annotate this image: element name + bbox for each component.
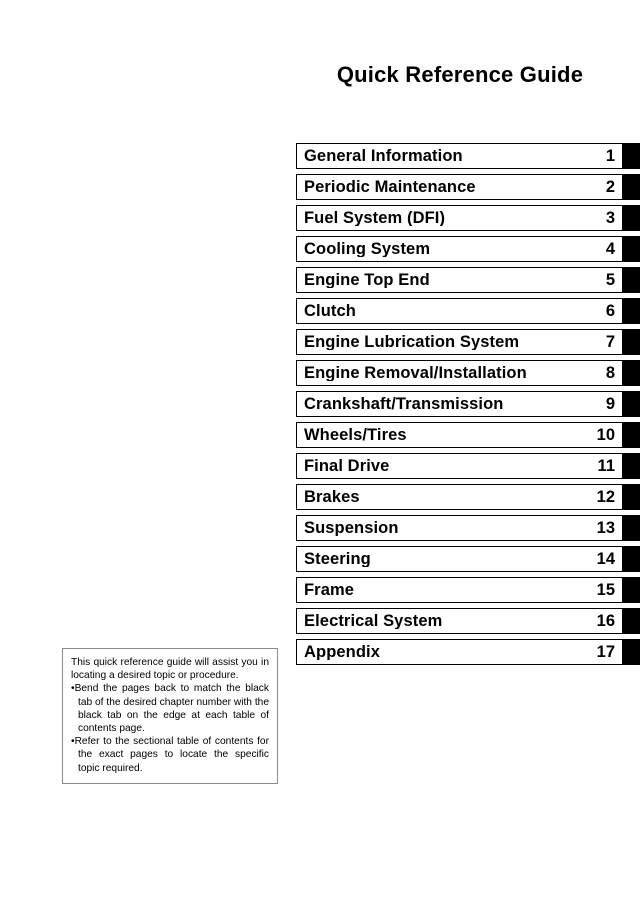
chapter-title: Cooling System xyxy=(304,240,431,258)
chapter-row[interactable]: Suspension 13 xyxy=(296,515,640,541)
chapter-row[interactable]: Engine Removal/Installation 8 xyxy=(296,360,640,386)
black-tab-marker xyxy=(623,422,640,448)
chapter-entry[interactable]: Final Drive 11 xyxy=(296,453,623,479)
black-tab-marker xyxy=(623,453,640,479)
black-tab-marker xyxy=(623,608,640,634)
chapter-row[interactable]: Appendix 17 xyxy=(296,639,640,665)
page-title: Quick Reference Guide xyxy=(336,62,584,87)
chapter-title: Appendix xyxy=(304,643,380,661)
chapter-row[interactable]: Engine Lubrication System 7 xyxy=(296,329,640,355)
chapter-row[interactable]: Engine Top End 5 xyxy=(296,267,640,293)
chapter-number: 11 xyxy=(597,456,615,475)
black-tab-marker xyxy=(623,546,640,572)
chapter-title: Electrical System xyxy=(304,612,443,630)
chapter-title: Wheels/Tires xyxy=(304,426,407,444)
chapter-entry[interactable]: Crankshaft/Transmission 9 xyxy=(296,391,623,417)
black-tab-marker xyxy=(623,515,640,541)
chapter-row[interactable]: Cooling System 4 xyxy=(296,236,640,262)
chapter-entry[interactable]: Wheels/Tires 10 xyxy=(296,422,623,448)
chapter-entry[interactable]: Cooling System 4 xyxy=(296,236,623,262)
chapter-number: 15 xyxy=(596,580,615,599)
chapter-entry[interactable]: Engine Lubrication System 7 xyxy=(296,329,623,355)
chapter-number: 13 xyxy=(596,518,615,537)
chapter-row[interactable]: Electrical System 16 xyxy=(296,608,640,634)
chapter-number: 14 xyxy=(596,549,615,568)
black-tab-marker xyxy=(623,391,640,417)
chapter-title: Frame xyxy=(304,581,355,599)
black-tab-marker xyxy=(623,329,640,355)
chapter-number: 5 xyxy=(605,270,615,289)
chapter-row[interactable]: Wheels/Tires 10 xyxy=(296,422,640,448)
chapter-number: 6 xyxy=(605,301,615,320)
chapter-number: 7 xyxy=(605,332,615,351)
chapter-entry[interactable]: Appendix 17 xyxy=(296,639,623,665)
black-tab-marker xyxy=(623,267,640,293)
chapter-title: Engine Lubrication System xyxy=(304,333,520,351)
chapter-title: Clutch xyxy=(304,302,356,320)
chapter-row[interactable]: Clutch 6 xyxy=(296,298,640,324)
chapter-number: 17 xyxy=(596,642,615,661)
chapter-title: Crankshaft/Transmission xyxy=(304,395,504,413)
chapter-entry[interactable]: Clutch 6 xyxy=(296,298,623,324)
chapter-number: 4 xyxy=(605,239,615,258)
black-tab-marker xyxy=(623,205,640,231)
chapter-entry[interactable]: Steering 14 xyxy=(296,546,623,572)
chapter-title: Periodic Maintenance xyxy=(304,178,476,196)
chapter-row[interactable]: Fuel System (DFI) 3 xyxy=(296,205,640,231)
black-tab-marker xyxy=(623,236,640,262)
chapter-title: General Information xyxy=(304,147,463,165)
chapter-index-list: General Information 1 Periodic Maintenance… xyxy=(296,143,640,670)
chapter-title: Engine Removal/Installation xyxy=(304,364,527,382)
chapter-number: 8 xyxy=(605,363,615,382)
black-tab-marker xyxy=(623,577,640,603)
chapter-title: Steering xyxy=(304,550,371,568)
chapter-row[interactable]: Brakes 12 xyxy=(296,484,640,510)
chapter-number: 2 xyxy=(605,177,615,196)
chapter-number: 3 xyxy=(605,208,615,227)
chapter-row[interactable]: Steering 14 xyxy=(296,546,640,572)
note-intro-text: This quick reference guide will assist y… xyxy=(71,657,269,682)
chapter-entry[interactable]: Suspension 13 xyxy=(296,515,623,541)
black-tab-marker xyxy=(623,174,640,200)
chapter-row[interactable]: Periodic Maintenance 2 xyxy=(296,174,640,200)
chapter-number: 10 xyxy=(596,425,615,444)
chapter-number: 16 xyxy=(596,611,615,630)
instructions-note-box: This quick reference guide will assist y… xyxy=(62,648,278,784)
chapter-row[interactable]: General Information 1 xyxy=(296,143,640,169)
chapter-entry[interactable]: Engine Removal/Installation 8 xyxy=(296,360,623,386)
black-tab-marker xyxy=(623,298,640,324)
chapter-entry[interactable]: Periodic Maintenance 2 xyxy=(296,174,623,200)
black-tab-marker xyxy=(623,484,640,510)
chapter-title: Suspension xyxy=(304,519,399,537)
chapter-entry[interactable]: Engine Top End 5 xyxy=(296,267,623,293)
chapter-entry[interactable]: Electrical System 16 xyxy=(296,608,623,634)
black-tab-marker xyxy=(623,360,640,386)
chapter-row[interactable]: Final Drive 11 xyxy=(296,453,640,479)
chapter-title: Final Drive xyxy=(304,457,390,475)
chapter-title: Fuel System (DFI) xyxy=(304,209,446,227)
black-tab-marker xyxy=(623,143,640,169)
chapter-entry[interactable]: Frame 15 xyxy=(296,577,623,603)
chapter-entry[interactable]: Fuel System (DFI) 3 xyxy=(296,205,623,231)
chapter-title: Engine Top End xyxy=(304,271,430,289)
chapter-number: 9 xyxy=(605,394,615,413)
note-bullet-item: •Bend the pages back to match the black … xyxy=(71,683,269,735)
chapter-row[interactable]: Crankshaft/Transmission 9 xyxy=(296,391,640,417)
chapter-number: 12 xyxy=(596,487,615,506)
chapter-entry[interactable]: Brakes 12 xyxy=(296,484,623,510)
chapter-row[interactable]: Frame 15 xyxy=(296,577,640,603)
chapter-entry[interactable]: General Information 1 xyxy=(296,143,623,169)
chapter-number: 1 xyxy=(605,146,615,165)
black-tab-marker xyxy=(623,639,640,665)
note-bullet-item: •Refer to the sectional table of content… xyxy=(71,736,269,774)
chapter-title: Brakes xyxy=(304,488,360,506)
